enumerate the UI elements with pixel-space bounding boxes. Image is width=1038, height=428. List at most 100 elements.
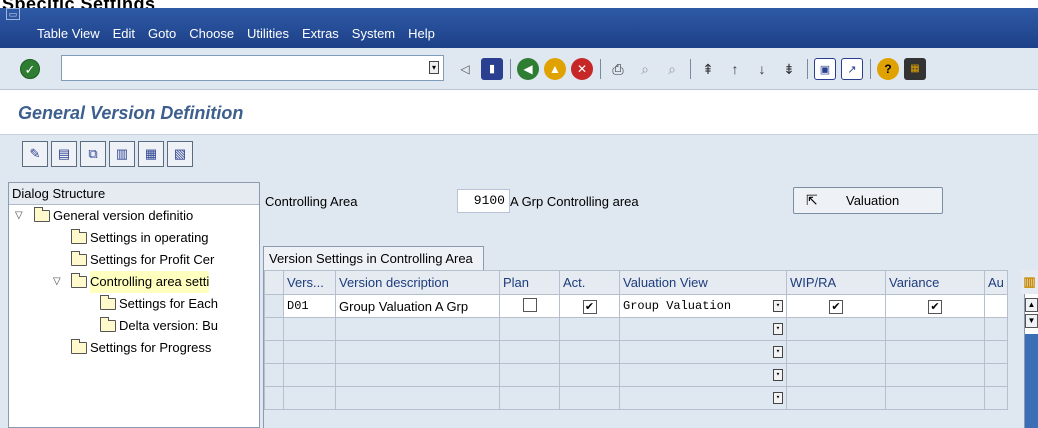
description-cell: Group Valuation A Grp bbox=[335, 294, 500, 318]
command-input[interactable] bbox=[62, 56, 417, 80]
command-history-icon[interactable]: ▾ bbox=[429, 61, 439, 74]
tree-item-settings-progress[interactable]: Settings for Progress bbox=[9, 337, 259, 359]
save-icon[interactable]: ▮ bbox=[481, 58, 503, 80]
version-cell bbox=[283, 363, 336, 387]
menu-edit[interactable]: Edit bbox=[113, 26, 135, 41]
first-page-icon[interactable]: ⇞ bbox=[697, 58, 719, 80]
help-icon[interactable]: ? bbox=[877, 58, 899, 80]
select-all-icon[interactable]: ▦ bbox=[138, 141, 164, 167]
table-title: Version Settings in Controlling Area bbox=[263, 246, 484, 270]
deselect-all-icon[interactable]: ▧ bbox=[167, 141, 193, 167]
change-display-icon[interactable]: ✎ bbox=[22, 141, 48, 167]
column-header-plan[interactable]: Plan bbox=[499, 270, 560, 295]
au-cell bbox=[984, 363, 1008, 387]
menu-choose[interactable]: Choose bbox=[189, 26, 234, 41]
column-header-wip-ra[interactable]: WIP/RA bbox=[786, 270, 886, 295]
variance-checkbox[interactable]: ✔ bbox=[928, 300, 942, 314]
cancel-icon[interactable]: ✕ bbox=[571, 58, 593, 80]
standard-toolbar: ✓ ▾ ◁ ▮ ◀ ▲ ✕ ⎙ ⌕ ⌕ ⇞ ↑ ↓ ⇟ ▣ ↗ ? ▦ bbox=[0, 48, 1038, 90]
tree-item-label: Controlling area setti bbox=[90, 271, 210, 293]
back-icon[interactable]: ◁ bbox=[454, 58, 476, 80]
command-field[interactable]: ▾ bbox=[61, 55, 444, 81]
collapse-icon[interactable]: ▽ bbox=[15, 205, 23, 227]
delete-icon[interactable]: ▥ bbox=[109, 141, 135, 167]
variance-checkbox-cell: ✔ bbox=[885, 294, 985, 318]
next-page-icon[interactable]: ↓ bbox=[751, 58, 773, 80]
exit-icon[interactable]: ▲ bbox=[544, 58, 566, 80]
menu-help[interactable]: Help bbox=[408, 26, 435, 41]
version-cell: D01 bbox=[283, 294, 336, 318]
tree-item-controlling-area[interactable]: ▽ Controlling area setti bbox=[9, 271, 259, 293]
menu-goto[interactable]: Goto bbox=[148, 26, 176, 41]
column-header-valuation-view[interactable]: Valuation View bbox=[619, 270, 787, 295]
row-selector[interactable] bbox=[264, 317, 284, 341]
dropdown-icon[interactable]: ▾ bbox=[773, 300, 783, 312]
print-icon[interactable]: ⎙ bbox=[607, 58, 629, 80]
row-selector[interactable] bbox=[264, 386, 284, 410]
green-back-icon[interactable]: ◀ bbox=[517, 58, 539, 80]
actual-cell bbox=[559, 317, 620, 341]
menu-table-view[interactable]: Table View bbox=[37, 26, 100, 41]
column-config-icon[interactable]: ▥ bbox=[1021, 270, 1038, 294]
column-header-version[interactable]: Vers... bbox=[283, 270, 336, 295]
ok-icon[interactable]: ✓ bbox=[20, 59, 40, 79]
column-header-description[interactable]: Version description bbox=[335, 270, 500, 295]
previous-page-icon[interactable]: ↑ bbox=[724, 58, 746, 80]
valuation-view-cell[interactable]: ▾ bbox=[619, 363, 787, 387]
tree-item-settings-each[interactable]: Settings for Each bbox=[9, 293, 259, 315]
vertical-scrollbar[interactable]: ▲ ▼ bbox=[1024, 294, 1038, 428]
column-header-au[interactable]: Au bbox=[984, 270, 1008, 295]
page-title: General Version Definition bbox=[18, 103, 244, 123]
menu-system[interactable]: System bbox=[352, 26, 395, 41]
dropdown-icon[interactable]: ▾ bbox=[773, 369, 783, 381]
dropdown-icon[interactable]: ▾ bbox=[773, 346, 783, 358]
new-entries-icon[interactable]: ▤ bbox=[51, 141, 77, 167]
actual-cell bbox=[559, 340, 620, 364]
actual-checkbox[interactable]: ✔ bbox=[582, 300, 597, 314]
find-icon[interactable]: ⌕ bbox=[634, 58, 656, 80]
shortcut-icon[interactable]: ↗ bbox=[841, 58, 863, 80]
menu-extras[interactable]: Extras bbox=[302, 26, 339, 41]
tree-item-general-version[interactable]: ▽ General version definitio bbox=[9, 205, 259, 227]
copy-as-icon[interactable]: ⧉ bbox=[80, 141, 106, 167]
toolbar-separator bbox=[510, 59, 511, 79]
select-all-cell[interactable] bbox=[264, 270, 284, 295]
wip-ra-checkbox-cell: ✔ bbox=[786, 294, 886, 318]
folder-icon bbox=[100, 295, 116, 310]
find-next-icon[interactable]: ⌕ bbox=[661, 58, 683, 80]
dropdown-icon[interactable]: ▾ bbox=[773, 392, 783, 404]
tree-item-settings-profit-center[interactable]: Settings for Profit Cer bbox=[9, 249, 259, 271]
valuation-view-cell[interactable]: ▾ bbox=[619, 340, 787, 364]
tree-item-delta-version[interactable]: Delta version: Bu bbox=[9, 315, 259, 337]
au-cell bbox=[984, 340, 1008, 364]
row-selector[interactable] bbox=[264, 340, 284, 364]
layout-icon[interactable]: ▦ bbox=[904, 58, 926, 80]
scroll-down-icon[interactable]: ▼ bbox=[1025, 314, 1038, 328]
plan-checkbox[interactable] bbox=[522, 297, 537, 312]
window-menu-icon[interactable]: ▭ bbox=[6, 8, 20, 20]
dropdown-icon[interactable]: ▾ bbox=[773, 323, 783, 335]
tree-item-label: General version definitio bbox=[53, 208, 194, 223]
row-selector[interactable] bbox=[264, 294, 284, 318]
variance-cell bbox=[885, 363, 985, 387]
valuation-view-cell[interactable]: ▾ bbox=[619, 386, 787, 410]
valuation-view-cell[interactable]: Group Valuation ▾ bbox=[619, 294, 787, 318]
column-header-actual[interactable]: Act. bbox=[559, 270, 620, 295]
column-header-variance[interactable]: Variance bbox=[885, 270, 985, 295]
scroll-up-icon[interactable]: ▲ bbox=[1025, 298, 1038, 312]
create-session-icon[interactable]: ▣ bbox=[814, 58, 836, 80]
folder-icon bbox=[71, 229, 87, 244]
row-selector[interactable] bbox=[264, 363, 284, 387]
menu-utilities[interactable]: Utilities bbox=[247, 26, 289, 41]
actual-cell bbox=[559, 386, 620, 410]
last-page-icon[interactable]: ⇟ bbox=[778, 58, 800, 80]
collapse-icon[interactable]: ▽ bbox=[53, 271, 61, 293]
valuation-button[interactable]: ⇱ Valuation bbox=[793, 187, 943, 214]
variance-cell bbox=[885, 340, 985, 364]
toolbar-separator bbox=[690, 59, 691, 79]
scroll-thumb[interactable] bbox=[1025, 334, 1038, 428]
tree-item-settings-operating[interactable]: Settings in operating bbox=[9, 227, 259, 249]
actual-cell bbox=[559, 363, 620, 387]
wip-ra-checkbox[interactable]: ✔ bbox=[829, 300, 843, 314]
valuation-view-cell[interactable]: ▾ bbox=[619, 317, 787, 341]
